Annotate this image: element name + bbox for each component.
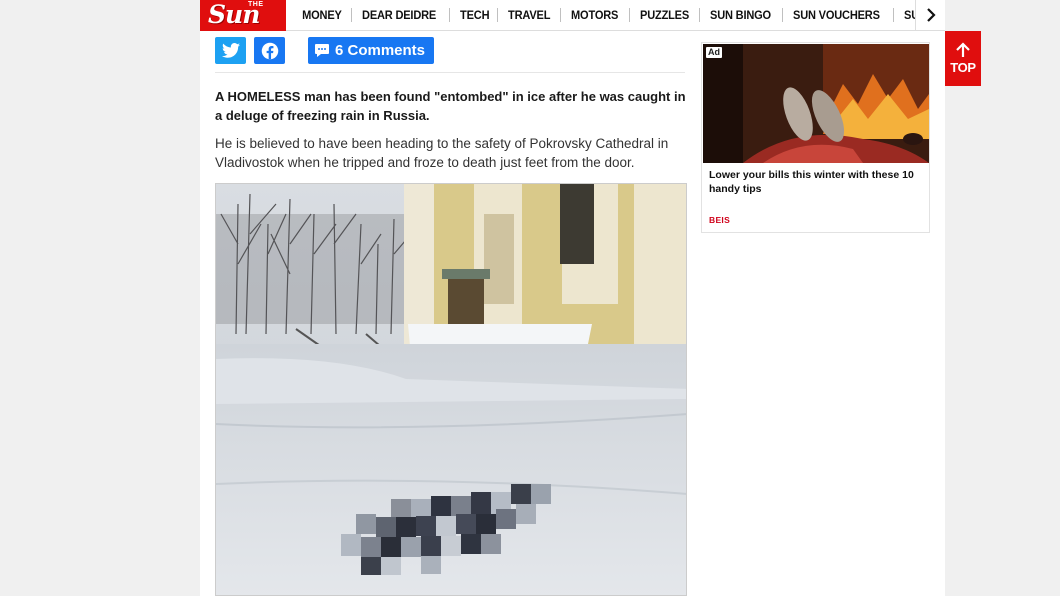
sidebar-advert[interactable]: Ad Lower your bills this winter with the… — [701, 42, 930, 233]
comments-button[interactable]: 6 Comments — [308, 37, 435, 64]
cathedral-snow-photo — [216, 184, 686, 595]
back-to-top-label: TOP — [950, 60, 976, 75]
advert-source: BEIS — [709, 215, 731, 225]
article-paragraph: He is believed to have been heading to t… — [215, 136, 669, 170]
twitter-share-button[interactable] — [215, 37, 246, 64]
ad-badge: Ad — [706, 47, 722, 58]
article-photo[interactable] — [215, 183, 687, 596]
article-lead: A HOMELESS man has been found "entombed"… — [215, 89, 686, 123]
nav-item-tech[interactable]: TECH — [448, 8, 499, 22]
article-page: 6 Comments A HOMELESS man has been found… — [200, 31, 945, 596]
advert-image: Ad — [703, 44, 929, 163]
facebook-share-button[interactable] — [254, 37, 285, 64]
arrow-up-icon — [956, 42, 970, 57]
nav-scroll-right-button[interactable] — [915, 0, 945, 31]
back-to-top-button[interactable]: TOP — [945, 31, 981, 86]
nav-item-sun-win[interactable]: SUN WIN — [893, 8, 915, 22]
fireplace-socks-image — [703, 44, 929, 163]
the-sun-logo[interactable]: THE Sun — [200, 0, 286, 31]
advert-title[interactable]: Lower your bills this winter with these … — [709, 169, 925, 196]
comment-icon — [315, 44, 329, 57]
twitter-icon — [221, 43, 240, 58]
nav-item-sun-bingo[interactable]: SUN BINGO — [698, 8, 781, 22]
nav-item-puzzles[interactable]: PUZZLES — [628, 8, 699, 22]
nav-item-dear-deidre[interactable]: DEAR DEIDRE — [351, 8, 446, 22]
main-navigation: THE Sun MONEY DEAR DEIDRE TECH TRAVEL MO… — [200, 0, 945, 31]
facebook-icon — [261, 42, 278, 59]
share-bar: 6 Comments — [215, 37, 435, 64]
nav-item-travel[interactable]: TRAVEL — [497, 8, 560, 22]
share-divider — [215, 72, 685, 73]
nav-item-sun-vouchers[interactable]: SUN VOUCHERS — [782, 8, 890, 22]
logo-sun-text: Sun — [208, 0, 260, 29]
comments-label: 6 Comments — [335, 42, 426, 59]
nav-items: MONEY DEAR DEIDRE TECH TRAVEL MOTORS PUZ… — [286, 0, 915, 31]
nav-item-motors[interactable]: MOTORS — [560, 8, 628, 22]
chevron-right-icon — [926, 8, 936, 22]
nav-item-money[interactable]: MONEY — [292, 8, 352, 22]
